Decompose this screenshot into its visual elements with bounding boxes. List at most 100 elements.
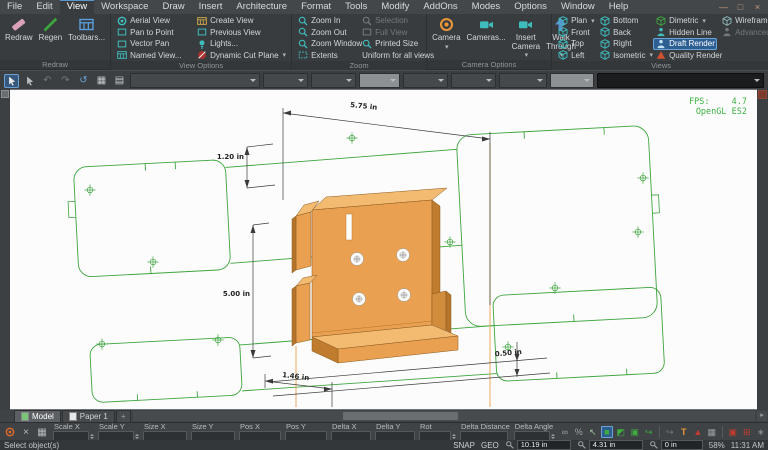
combo-3[interactable] (311, 73, 356, 88)
menu-workspace[interactable]: Workspace (94, 0, 155, 14)
layer-name-field[interactable] (597, 73, 764, 88)
text-mode-icon[interactable]: T (678, 426, 690, 438)
dimetric-view-item[interactable]: Dimetric (653, 15, 717, 27)
z-coord-field[interactable]: 0 in (661, 440, 703, 450)
star-mode-icon[interactable]: ∗ (755, 426, 767, 438)
plan-view-item[interactable]: Plan (555, 15, 595, 27)
tab-model[interactable]: Model (14, 410, 61, 422)
select-2d-mode-icon[interactable]: ■ (601, 426, 613, 438)
aerial-view-item[interactable]: Aerial View (114, 15, 192, 27)
menu-tools[interactable]: Tools (338, 0, 374, 14)
drawing-canvas[interactable]: 5.75 in 1.20 in 5.00 in 1.46 in 0.50 in (10, 90, 757, 410)
menu-edit[interactable]: Edit (29, 0, 59, 14)
scroll-right-arrow[interactable]: ▸ (757, 411, 767, 421)
draft-render-item[interactable]: Draft Render (653, 38, 717, 50)
arrow-mode-icon[interactable]: ↪ (643, 426, 655, 438)
front-view-item[interactable]: Front (555, 27, 595, 39)
layers-button[interactable]: ▤ (112, 74, 127, 88)
line-style-combo[interactable] (359, 73, 400, 88)
hidden-line-item[interactable]: Hidden Line (653, 27, 717, 39)
select-tool-button[interactable] (4, 74, 19, 88)
create-view-item[interactable]: Create View (194, 15, 288, 27)
building-mode-icon[interactable]: ▦ (706, 426, 718, 438)
y-coord-field[interactable]: 4.31 in (589, 440, 643, 450)
top-view-item[interactable]: Top (555, 38, 595, 50)
wireframe-item[interactable]: Wireframe (719, 15, 768, 27)
menu-addons[interactable]: AddOns (416, 0, 464, 14)
combo-5[interactable] (403, 73, 448, 88)
warning-mode-icon[interactable]: ▲ (692, 426, 704, 438)
zoom-in-item[interactable]: Zoom In (295, 15, 357, 27)
z-coord-pin-icon[interactable] (649, 440, 659, 450)
menu-modes[interactable]: Modes (465, 0, 508, 14)
menu-architecture[interactable]: Architecture (229, 0, 294, 14)
right-scrollbar[interactable] (757, 89, 768, 410)
restore-button[interactable]: □ (735, 1, 746, 14)
y-coord-pin-icon[interactable] (577, 440, 587, 450)
scale-y-stepper[interactable] (135, 434, 139, 439)
x-coord-field[interactable]: 10.19 in (517, 440, 571, 450)
x-coord-pin-icon[interactable] (505, 440, 515, 450)
menu-window[interactable]: Window (554, 0, 602, 14)
select-3d-mode-icon[interactable]: ◩ (615, 426, 627, 438)
delta-angle-stepper[interactable] (551, 434, 555, 439)
bottom-view-item[interactable]: Bottom (597, 15, 651, 27)
redraw-button[interactable]: Redraw (3, 15, 35, 60)
insert-camera-button[interactable]: Insert Camera (510, 15, 542, 60)
selection-grid-button[interactable]: ▦ (35, 425, 49, 439)
menu-insert[interactable]: Insert (192, 0, 230, 14)
regen-button[interactable]: Regen (37, 15, 65, 60)
tab-paper1[interactable]: Paper 1 (62, 410, 115, 422)
percent-mode-icon[interactable]: % (573, 426, 585, 438)
quality-render-item[interactable]: Quality Render (653, 50, 717, 62)
add-sheet-tab[interactable]: + (116, 410, 131, 422)
close-button[interactable]: × (752, 1, 763, 14)
isometric-view-item[interactable]: Isometric (597, 50, 651, 62)
left-view-item[interactable]: Left (555, 50, 595, 62)
scroll-marker[interactable] (758, 90, 767, 99)
pan-to-point-item[interactable]: Pan to Point (114, 27, 192, 39)
refresh-button[interactable]: ↺ (76, 74, 91, 88)
ruler-origin-button[interactable] (1, 90, 9, 98)
select-edge-mode-icon[interactable]: ▣ (629, 426, 641, 438)
combo-7[interactable] (499, 73, 547, 88)
undo-button[interactable]: ↶ (40, 74, 55, 88)
camera-button[interactable]: Camera (430, 15, 462, 60)
edit-tool-button[interactable] (22, 74, 37, 88)
menu-modify[interactable]: Modify (374, 0, 416, 14)
uniform-views-item[interactable]: Uniform for all views (359, 50, 425, 62)
cameras-button[interactable]: Cameras... (465, 15, 508, 60)
redo-button[interactable]: ↷ (58, 74, 73, 88)
lights-item[interactable]: Lights... (194, 38, 288, 50)
named-view-item[interactable]: Named View... (114, 50, 192, 62)
menu-file[interactable]: File (0, 0, 29, 14)
zoom-window-item[interactable]: Zoom Window (295, 38, 357, 50)
grid-toggle-button[interactable]: ▦ (94, 74, 109, 88)
combo-2[interactable] (263, 73, 308, 88)
horizontal-scrollbar[interactable] (133, 411, 756, 421)
printed-size-item[interactable]: Printed Size (359, 38, 425, 50)
right-view-item[interactable]: Right (597, 38, 651, 50)
horizontal-scroll-thumb[interactable] (343, 412, 458, 420)
drawing-viewport[interactable]: 5.75 in 1.20 in 5.00 in 1.46 in 0.50 in … (10, 89, 757, 410)
bracket-model[interactable] (292, 188, 458, 363)
left-scroll-strip[interactable] (0, 89, 10, 410)
extents-item[interactable]: Extents (295, 50, 357, 62)
cursor-mode-icon[interactable]: ↖ (587, 426, 599, 438)
snap-toggle[interactable]: SNAP (453, 441, 475, 450)
menu-format[interactable]: Format (294, 0, 338, 14)
zoom-out-item[interactable]: Zoom Out (295, 27, 357, 39)
back-view-item[interactable]: Back (597, 27, 651, 39)
link-mode-icon[interactable]: ∞ (559, 426, 571, 438)
rot-stepper[interactable] (452, 434, 456, 439)
menu-view[interactable]: View (60, 0, 94, 14)
scale-x-stepper[interactable] (90, 434, 94, 439)
grid-mode-icon[interactable]: ⊞ (741, 426, 753, 438)
style-combo[interactable] (130, 73, 260, 88)
color-swatch-combo[interactable] (550, 73, 594, 88)
clear-selection-button[interactable]: × (19, 425, 33, 439)
snap-compass-button[interactable] (3, 425, 17, 439)
vector-pan-item[interactable]: Vector Pan (114, 38, 192, 50)
minimize-button[interactable]: — (718, 1, 729, 14)
menu-options[interactable]: Options (507, 0, 554, 14)
